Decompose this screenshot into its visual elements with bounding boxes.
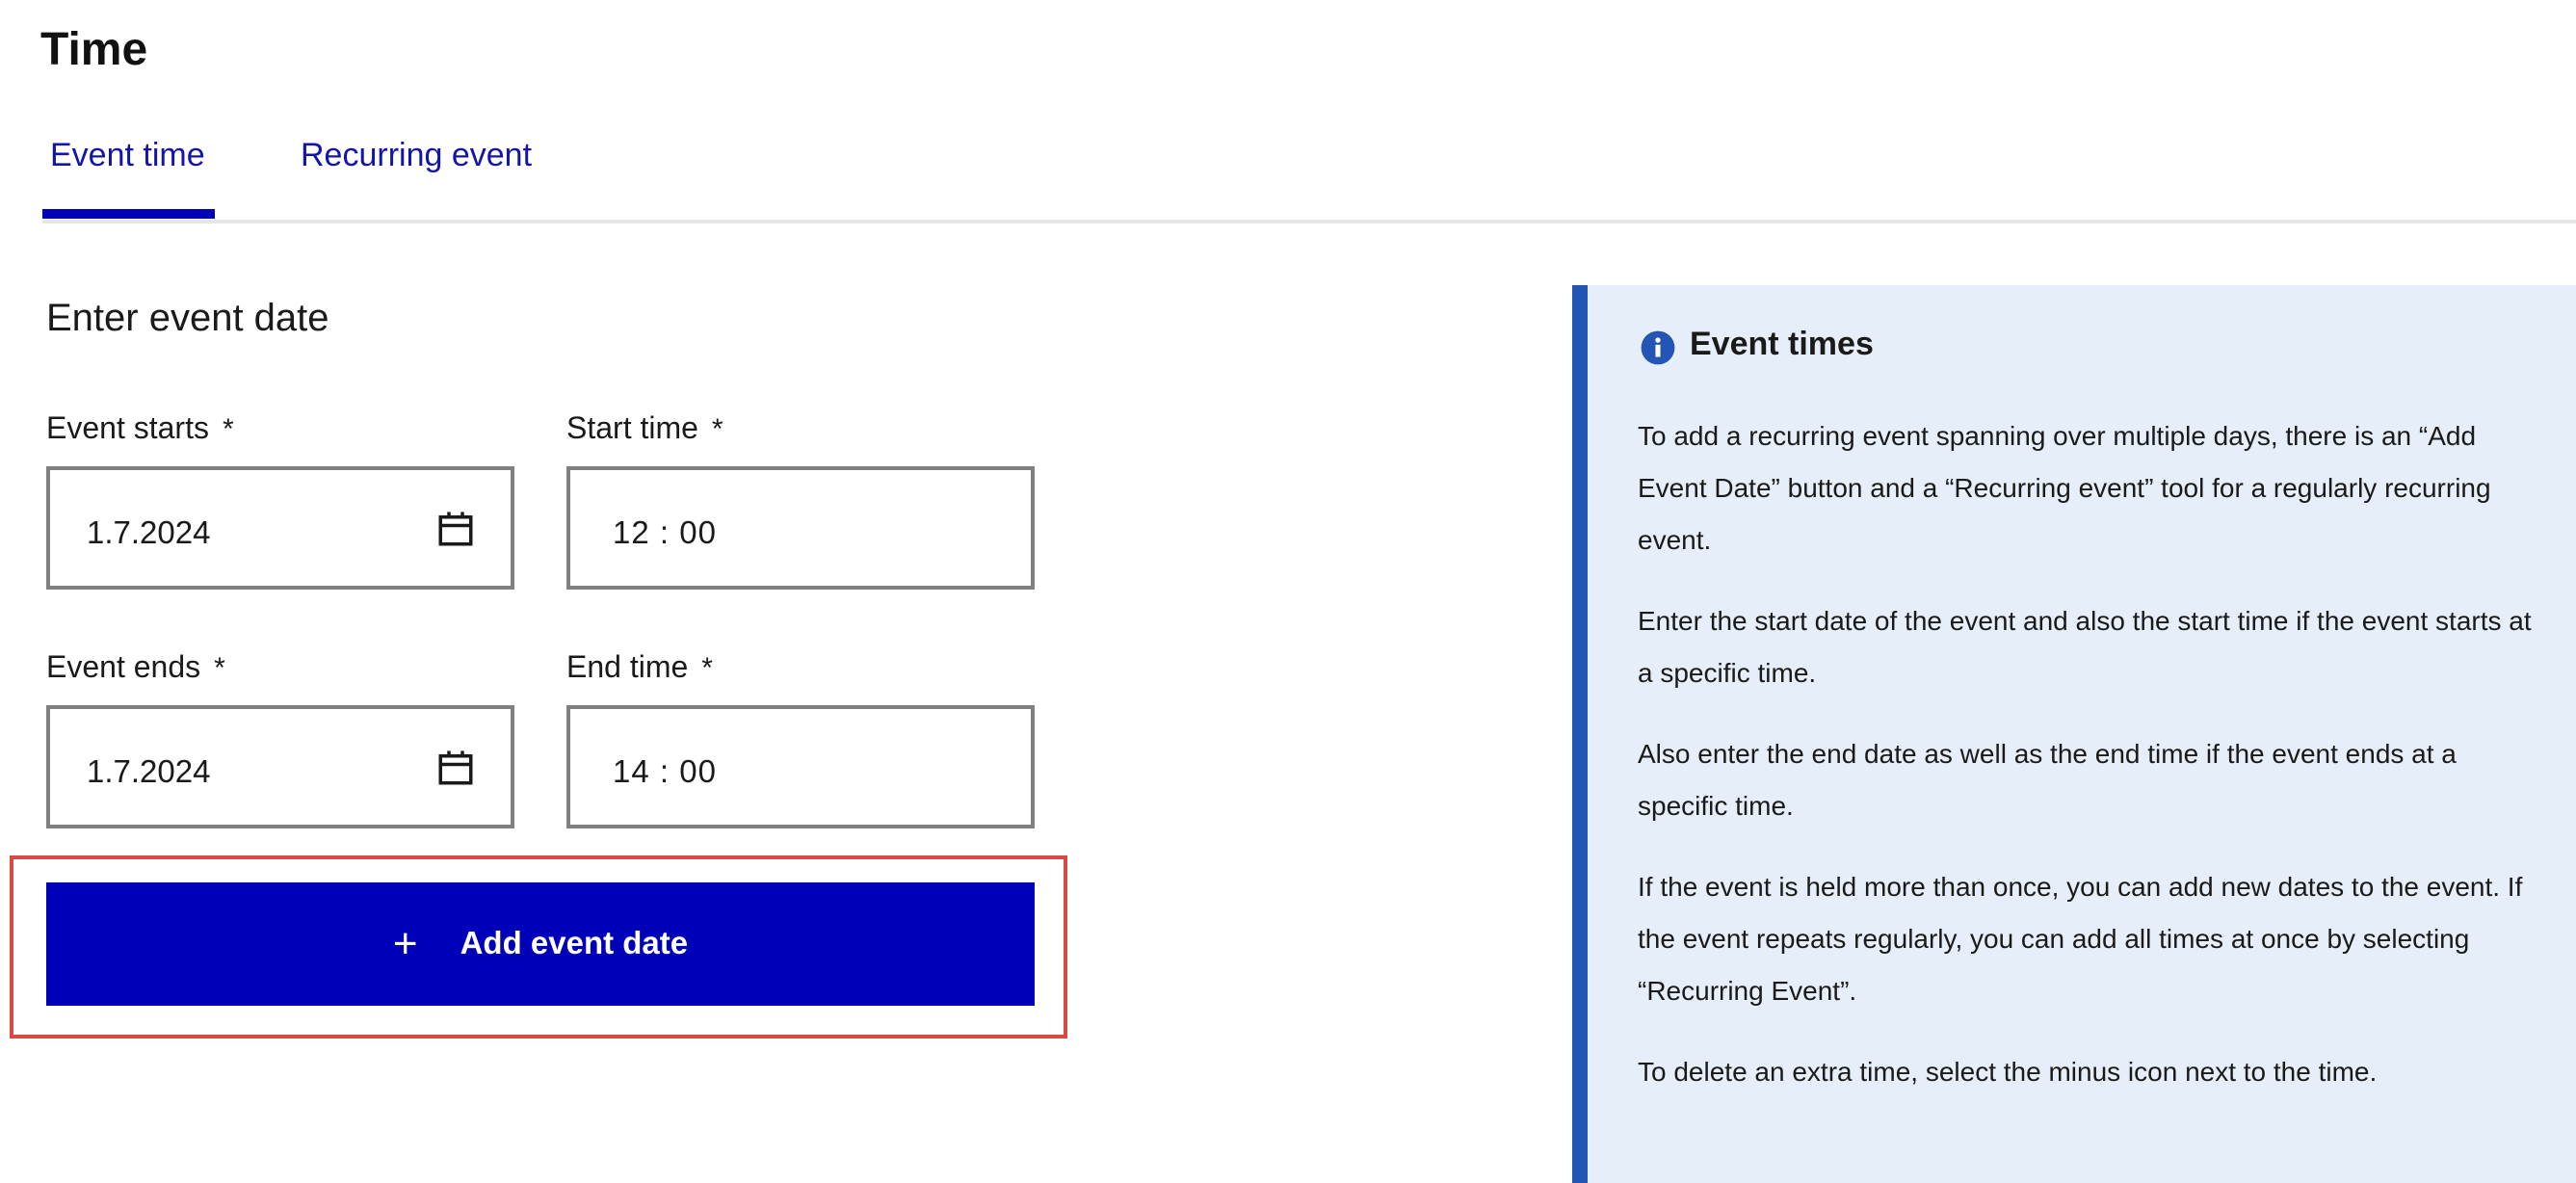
info-body: To add a recurring event spanning over m… [1638, 410, 2543, 1127]
info-paragraph: Also enter the end date as well as the e… [1638, 739, 2457, 821]
plus-icon: + [392, 920, 418, 967]
event-ends-date-input[interactable]: 1.7.2024 [46, 705, 514, 828]
info-title: Event times [1690, 326, 1874, 362]
event-starts-value: 1.7.2024 [87, 514, 211, 550]
start-time-input[interactable]: 12 : 00 [566, 466, 1035, 590]
info-panel: Event times To add a recurring event spa… [1572, 285, 2576, 1183]
start-time-label-text: Start time [566, 410, 698, 445]
event-starts-date-input[interactable]: 1.7.2024 [46, 466, 514, 590]
info-paragraph: Enter the start date of the event and al… [1638, 606, 2532, 688]
info-paragraph: If the event is held more than once, you… [1638, 872, 2523, 1006]
required-marker: * [701, 652, 713, 684]
required-marker: * [222, 413, 234, 445]
info-icon [1641, 330, 1675, 365]
start-time-value: 12 : 00 [613, 514, 717, 550]
end-time-value: 14 : 00 [613, 753, 717, 789]
end-time-input[interactable]: 14 : 00 [566, 705, 1035, 828]
start-time-label: Start time * [566, 410, 723, 446]
add-event-date-label: Add event date [460, 925, 689, 960]
tab-recurring-event[interactable]: Recurring event [301, 137, 532, 209]
page-title: Time [40, 24, 148, 75]
required-marker: * [711, 413, 723, 445]
tab-bar: Event time Recurring event [42, 133, 2576, 223]
calendar-icon[interactable] [435, 748, 476, 788]
info-paragraph: To delete an extra time, select the minu… [1638, 1057, 2378, 1087]
event-ends-label: Event ends * [46, 649, 225, 685]
tab-event-time[interactable]: Event time [42, 137, 215, 219]
event-ends-label-text: Event ends [46, 649, 201, 684]
time-settings-page: Time Event time Recurring event Enter ev… [0, 0, 2576, 1183]
event-starts-label: Event starts * [46, 410, 234, 446]
add-event-date-button[interactable]: + Add event date [46, 882, 1035, 1006]
event-starts-label-text: Event starts [46, 410, 209, 445]
info-paragraph: To add a recurring event spanning over m… [1638, 421, 2491, 555]
end-time-label: End time * [566, 649, 713, 685]
end-time-label-text: End time [566, 649, 689, 684]
event-ends-value: 1.7.2024 [87, 753, 211, 789]
section-title: Enter event date [46, 297, 329, 339]
calendar-icon[interactable] [435, 509, 476, 549]
required-marker: * [214, 652, 225, 684]
